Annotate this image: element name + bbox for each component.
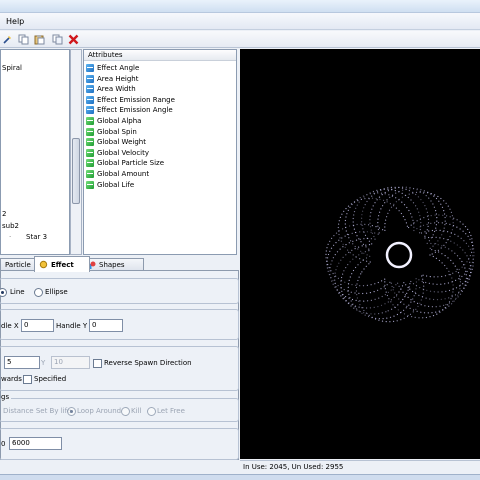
kill-label: Kill — [131, 407, 142, 415]
attribute-label: Global Particle Size — [97, 159, 165, 168]
towards-label: wards — [1, 375, 22, 383]
loop-around-label: Loop Around — [77, 407, 122, 415]
attribute-label: Area Width — [97, 85, 136, 94]
shape-ellipse-label: Ellipse — [45, 288, 68, 296]
attribute-label: Effect Angle — [97, 64, 140, 72]
tree-item-spiral[interactable]: Spiral — [2, 64, 22, 72]
attribute-icon — [86, 106, 94, 115]
attribute-icon — [86, 95, 94, 104]
attribute-row[interactable]: Effect Emission Angle — [86, 105, 173, 115]
attribute-icon — [86, 138, 94, 147]
attribute-icon — [86, 170, 94, 178]
effect-icon — [39, 260, 48, 269]
tree-dot: · — [9, 233, 12, 241]
traverse-group-title: gs — [1, 393, 12, 401]
amount-left-value: 0 — [1, 440, 6, 448]
attribute-icon — [86, 148, 94, 157]
reverse-spawn-checkbox[interactable] — [93, 359, 102, 368]
attribute-row[interactable]: Global Alpha — [86, 116, 141, 126]
tab-effect[interactable]: Effect — [34, 256, 90, 272]
handle-y-label: Handle Y — [56, 322, 88, 330]
let-free-radio[interactable] — [147, 407, 156, 416]
attribute-row[interactable]: Global Spin — [86, 127, 137, 137]
attribute-row[interactable]: Global Weight — [86, 137, 146, 147]
particle-core-ring — [385, 241, 413, 269]
tree-scrollbar-thumb[interactable] — [72, 138, 80, 204]
let-free-label: Let Free — [157, 407, 185, 415]
spawn-y-label: Y — [41, 359, 46, 367]
attribute-label: Global Amount — [97, 170, 150, 178]
attribute-icon — [86, 85, 94, 94]
attribute-row[interactable]: Global Life — [86, 180, 134, 190]
shape-ellipse-radio[interactable] — [34, 288, 43, 297]
attribute-label: Global Spin — [97, 127, 137, 136]
attribute-label: Global Alpha — [97, 117, 142, 125]
kill-radio[interactable] — [121, 407, 130, 416]
specified-checkbox[interactable] — [23, 375, 32, 384]
handle-x-label: dle X — [1, 322, 19, 330]
window-bottom-border — [0, 474, 480, 480]
tool-wand-icon[interactable] — [2, 34, 13, 45]
shape-line-label: Line — [10, 288, 25, 296]
attribute-icon — [86, 117, 94, 125]
attribute-icon — [86, 180, 94, 189]
attribute-label: Global Life — [97, 180, 135, 189]
tree-item-2[interactable]: 2 — [2, 210, 6, 218]
attribute-label: Global Velocity — [97, 148, 150, 157]
menu-bar — [0, 13, 480, 30]
attribute-label: Effect Emission Angle — [97, 106, 173, 115]
attribute-row[interactable]: Global Particle Size — [86, 158, 164, 168]
reverse-spawn-label: Reverse Spawn Direction — [104, 359, 192, 367]
copy-icon[interactable] — [18, 34, 29, 45]
spawn-x-input[interactable]: 5 — [4, 356, 40, 369]
tree-item-star3[interactable]: Star 3 — [26, 233, 47, 241]
status-text: In Use: 2045, Un Used: 2955 — [243, 463, 344, 471]
duplicate-icon[interactable] — [52, 34, 63, 45]
particle-effect — [325, 186, 475, 323]
amount-input[interactable]: 6000 — [9, 437, 62, 450]
attribute-icon — [86, 127, 94, 136]
effect-panel: Line Ellipse dle X 0 Handle Y 0 5 Y 10 R… — [0, 270, 239, 460]
attribute-icon — [86, 159, 94, 168]
handle-x-input[interactable]: 0 — [21, 319, 54, 332]
attribute-label: Effect Emission Range — [97, 95, 175, 104]
delete-icon[interactable] — [68, 34, 79, 45]
attribute-icon — [86, 74, 94, 83]
effect-tree[interactable]: Spiral 2 sub2 · Star 3 — [0, 49, 70, 255]
specified-label: Specified — [34, 375, 67, 383]
spawn-y-input[interactable]: 10 — [51, 356, 90, 369]
attribute-row[interactable]: Effect Angle — [86, 63, 139, 73]
paste-icon[interactable] — [34, 34, 45, 45]
attribute-label: Area Height — [97, 74, 139, 83]
attribute-row[interactable]: Area Width — [86, 84, 136, 94]
distance-label: Distance Set By life — [3, 407, 72, 415]
handle-y-input[interactable]: 0 — [89, 319, 123, 332]
tree-item-sub2[interactable]: sub2 — [2, 222, 19, 230]
attribute-label: Global Weight — [97, 138, 146, 147]
toolbar — [0, 31, 480, 48]
attribute-row[interactable]: Effect Emission Range — [86, 95, 175, 105]
attribute-icon — [86, 64, 94, 72]
attribute-row[interactable]: Global Amount — [86, 169, 149, 179]
loop-around-radio[interactable] — [67, 407, 76, 416]
particle-viewport[interactable] — [240, 49, 480, 459]
attribute-row[interactable]: Area Height — [86, 74, 138, 84]
title-bar — [0, 0, 480, 13]
attributes-header: Attributes — [84, 50, 236, 61]
menu-help[interactable]: Help — [6, 17, 24, 26]
attribute-row[interactable]: Global Velocity — [86, 148, 149, 158]
